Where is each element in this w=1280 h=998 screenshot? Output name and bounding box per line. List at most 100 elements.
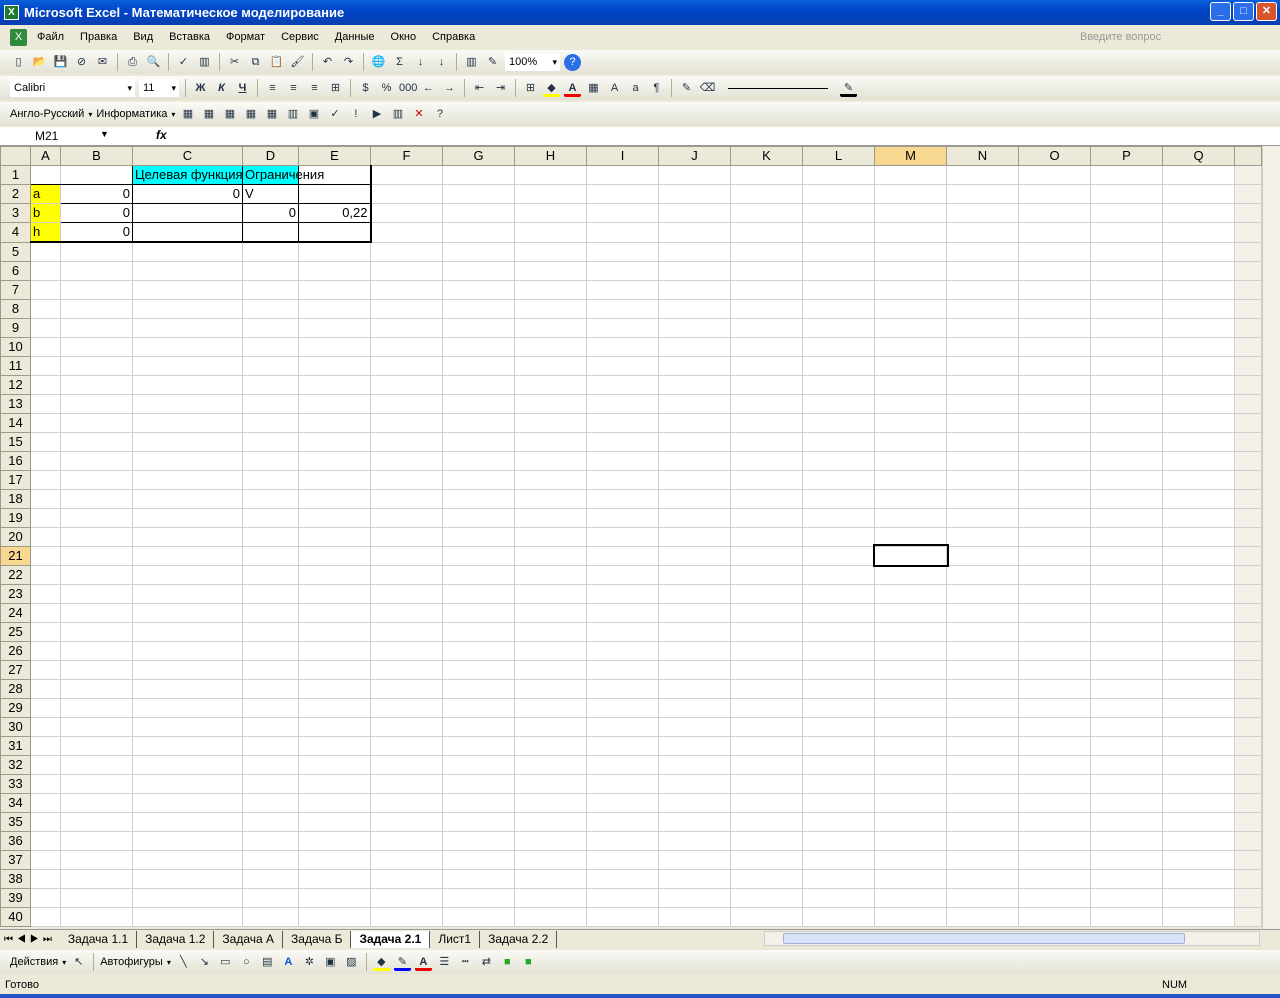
cell-N2[interactable] <box>946 184 1019 204</box>
cell-M35[interactable] <box>874 811 947 832</box>
cell-H40[interactable] <box>514 906 587 927</box>
shadow-icon[interactable]: ■ <box>499 954 516 971</box>
cell-C14[interactable] <box>132 412 243 433</box>
cell-J40[interactable] <box>658 906 731 927</box>
cell-Q8[interactable] <box>1162 298 1235 319</box>
cell-P16[interactable] <box>1090 450 1163 471</box>
row-header-36[interactable]: 36 <box>0 830 31 851</box>
cell-F5[interactable] <box>370 241 443 262</box>
cell-J11[interactable] <box>658 355 731 376</box>
cell-C25[interactable] <box>132 621 243 642</box>
cell-G2[interactable] <box>442 184 515 204</box>
cell-A39[interactable] <box>30 887 61 908</box>
arrow-icon[interactable]: ↘ <box>196 954 213 971</box>
cell-J22[interactable] <box>658 564 731 585</box>
column-header-J[interactable]: J <box>658 146 731 166</box>
cell-F37[interactable] <box>370 849 443 870</box>
cell-P37[interactable] <box>1090 849 1163 870</box>
cell-O28[interactable] <box>1018 678 1091 699</box>
cell-I32[interactable] <box>586 754 659 775</box>
cell-F32[interactable] <box>370 754 443 775</box>
cell-Q28[interactable] <box>1162 678 1235 699</box>
cell-H38[interactable] <box>514 868 587 889</box>
font-color-icon[interactable]: A <box>564 80 581 97</box>
cell-L39[interactable] <box>802 887 875 908</box>
cell-F20[interactable] <box>370 526 443 547</box>
cell-N20[interactable] <box>946 526 1019 547</box>
cell-J24[interactable] <box>658 602 731 623</box>
cell-P28[interactable] <box>1090 678 1163 699</box>
cell-N30[interactable] <box>946 716 1019 737</box>
cell-G31[interactable] <box>442 735 515 756</box>
borders-icon[interactable]: ⊞ <box>522 80 539 97</box>
cell-N8[interactable] <box>946 298 1019 319</box>
cell-G14[interactable] <box>442 412 515 433</box>
cell-M29[interactable] <box>874 697 947 718</box>
cell-H14[interactable] <box>514 412 587 433</box>
sheet-tab[interactable]: Задача 1.1 <box>60 930 138 948</box>
cell-O27[interactable] <box>1018 659 1091 680</box>
cell-O39[interactable] <box>1018 887 1091 908</box>
cell-Q11[interactable] <box>1162 355 1235 376</box>
cell-D35[interactable] <box>242 811 299 832</box>
preview-icon[interactable]: 🔍 <box>145 54 162 71</box>
vertical-scrollbar[interactable] <box>1262 146 1280 929</box>
cell-Q18[interactable] <box>1162 488 1235 509</box>
column-header-N[interactable]: N <box>946 146 1019 166</box>
cell-M36[interactable] <box>874 830 947 851</box>
dictionary-menu[interactable]: Англо-Русский <box>10 108 84 120</box>
cell-Q20[interactable] <box>1162 526 1235 547</box>
cell-M23[interactable] <box>874 583 947 604</box>
cell-E7[interactable] <box>298 279 371 300</box>
cell-M22[interactable] <box>874 564 947 585</box>
cell-E4[interactable] <box>298 222 372 243</box>
cell-A4[interactable]: h <box>30 222 61 243</box>
cell-K8[interactable] <box>730 298 803 319</box>
cell-C3[interactable] <box>132 203 243 223</box>
cell-I12[interactable] <box>586 374 659 395</box>
cell-Q39[interactable] <box>1162 887 1235 908</box>
cell-P34[interactable] <box>1090 792 1163 813</box>
cell-H17[interactable] <box>514 469 587 490</box>
cell-H22[interactable] <box>514 564 587 585</box>
cell-K28[interactable] <box>730 678 803 699</box>
cell-D4[interactable] <box>242 222 299 243</box>
cell-E33[interactable] <box>298 773 371 794</box>
cell-Q23[interactable] <box>1162 583 1235 604</box>
cell-A33[interactable] <box>30 773 61 794</box>
cell-N9[interactable] <box>946 317 1019 338</box>
cell-B14[interactable] <box>60 412 133 433</box>
cell-Q24[interactable] <box>1162 602 1235 623</box>
cell-K3[interactable] <box>730 203 803 223</box>
cell-M13[interactable] <box>874 393 947 414</box>
diagram-icon[interactable]: ✲ <box>301 954 318 971</box>
play-icon[interactable]: ▶ <box>368 106 385 123</box>
cell-H30[interactable] <box>514 716 587 737</box>
cell-F3[interactable] <box>370 203 443 223</box>
cell-B36[interactable] <box>60 830 133 851</box>
styles-icon[interactable]: ▦ <box>585 80 602 97</box>
cell-A18[interactable] <box>30 488 61 509</box>
cell-D33[interactable] <box>242 773 299 794</box>
cell-L38[interactable] <box>802 868 875 889</box>
cell-F16[interactable] <box>370 450 443 471</box>
cell-G24[interactable] <box>442 602 515 623</box>
drawing-icon[interactable]: ✎ <box>484 54 501 71</box>
increase-decimal-icon[interactable]: ← <box>420 80 437 97</box>
cell-L17[interactable] <box>802 469 875 490</box>
column-header-A[interactable]: A <box>30 146 61 166</box>
cell-N19[interactable] <box>946 507 1019 528</box>
cell-K31[interactable] <box>730 735 803 756</box>
cell-D8[interactable] <box>242 298 299 319</box>
cell-G27[interactable] <box>442 659 515 680</box>
menu-8[interactable]: Справка <box>426 31 481 43</box>
cell-K27[interactable] <box>730 659 803 680</box>
cell-H26[interactable] <box>514 640 587 661</box>
cell-L6[interactable] <box>802 260 875 281</box>
cell-M14[interactable] <box>874 412 947 433</box>
cell-F10[interactable] <box>370 336 443 357</box>
cell-L8[interactable] <box>802 298 875 319</box>
column-header-B[interactable]: B <box>60 146 133 166</box>
cell-J10[interactable] <box>658 336 731 357</box>
cell-G23[interactable] <box>442 583 515 604</box>
